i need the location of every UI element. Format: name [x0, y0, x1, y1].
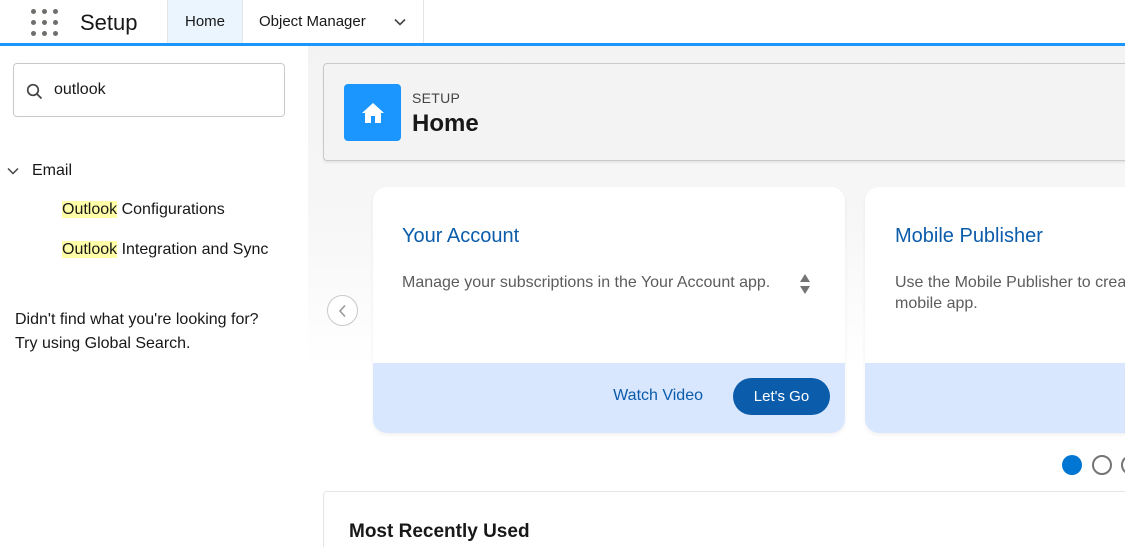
- quick-find-input[interactable]: [54, 78, 274, 102]
- watch-video-link[interactable]: Watch Video: [613, 387, 703, 405]
- carousel-dot-active[interactable]: [1062, 455, 1082, 475]
- not-found-message: Didn't find what you're looking for? Try…: [15, 308, 295, 356]
- tree-section-email[interactable]: Email: [6, 162, 72, 180]
- tab-home[interactable]: Home: [167, 0, 243, 43]
- home-icon: [344, 84, 401, 141]
- global-header: Setup Home Object Manager: [0, 0, 1125, 46]
- card-description: Manage your subscriptions in the Your Ac…: [402, 274, 771, 291]
- lets-go-button[interactable]: Let's Go: [733, 378, 830, 415]
- search-highlight: Outlook: [62, 201, 118, 218]
- carousel-dot[interactable]: [1092, 455, 1112, 475]
- tab-home-label: Home: [184, 13, 225, 30]
- card-footer: Watch Video Let's Go: [373, 363, 845, 433]
- carousel-card-mobile-publisher: Mobile Publisher Use the Mobile Publishe…: [865, 187, 1125, 433]
- card-description: Use the Mobile Publisher to crea mobile …: [895, 272, 1125, 314]
- tree-item-outlook-configurations[interactable]: Outlook Configurations: [62, 201, 225, 219]
- tree-item-label: Configurations: [117, 201, 225, 218]
- search-highlight: Outlook: [62, 241, 118, 258]
- app-launcher-icon[interactable]: [31, 9, 59, 37]
- tree-item-outlook-integration-and-sync[interactable]: Outlook Integration and Sync: [62, 241, 268, 259]
- app-title: Setup: [80, 10, 138, 35]
- carousel-dot[interactable]: [1121, 455, 1125, 475]
- quick-find-box: [13, 63, 285, 117]
- tab-object-manager[interactable]: Object Manager: [243, 0, 424, 43]
- tree-section-label: Email: [32, 162, 73, 179]
- card-title: Mobile Publisher: [895, 225, 1043, 247]
- carousel-previous-button[interactable]: [327, 295, 358, 326]
- page-header: SETUP Home: [323, 63, 1125, 161]
- card-title: Your Account: [402, 225, 520, 247]
- not-found-line-2: Try using Global Search.: [15, 335, 191, 352]
- most-recently-used-title: Most Recently Used: [349, 521, 530, 542]
- page-title: Home: [412, 110, 479, 137]
- chevron-down-icon[interactable]: [393, 15, 407, 29]
- tree-item-label: Integration and Sync: [117, 241, 269, 258]
- most-recently-used-panel: Most Recently Used: [323, 491, 1125, 547]
- setup-sidebar: Email Outlook Configurations Outlook Int…: [0, 46, 308, 547]
- card-footer: [865, 363, 1125, 433]
- card-description-line-2: mobile app.: [895, 295, 978, 312]
- search-icon: [26, 83, 43, 100]
- page-header-eyebrow: SETUP: [412, 90, 461, 106]
- chevron-left-icon: [338, 304, 346, 317]
- sort-arrows-icon: [800, 274, 810, 294]
- card-description-line-1: Use the Mobile Publisher to crea: [895, 274, 1125, 291]
- tab-object-manager-label: Object Manager: [259, 13, 366, 30]
- main-content: SETUP Home Your Account Manage your subs…: [308, 46, 1125, 547]
- chevron-down-icon: [7, 167, 19, 175]
- carousel-card-your-account: Your Account Manage your subscriptions i…: [373, 187, 845, 433]
- not-found-line-1: Didn't find what you're looking for?: [15, 311, 259, 328]
